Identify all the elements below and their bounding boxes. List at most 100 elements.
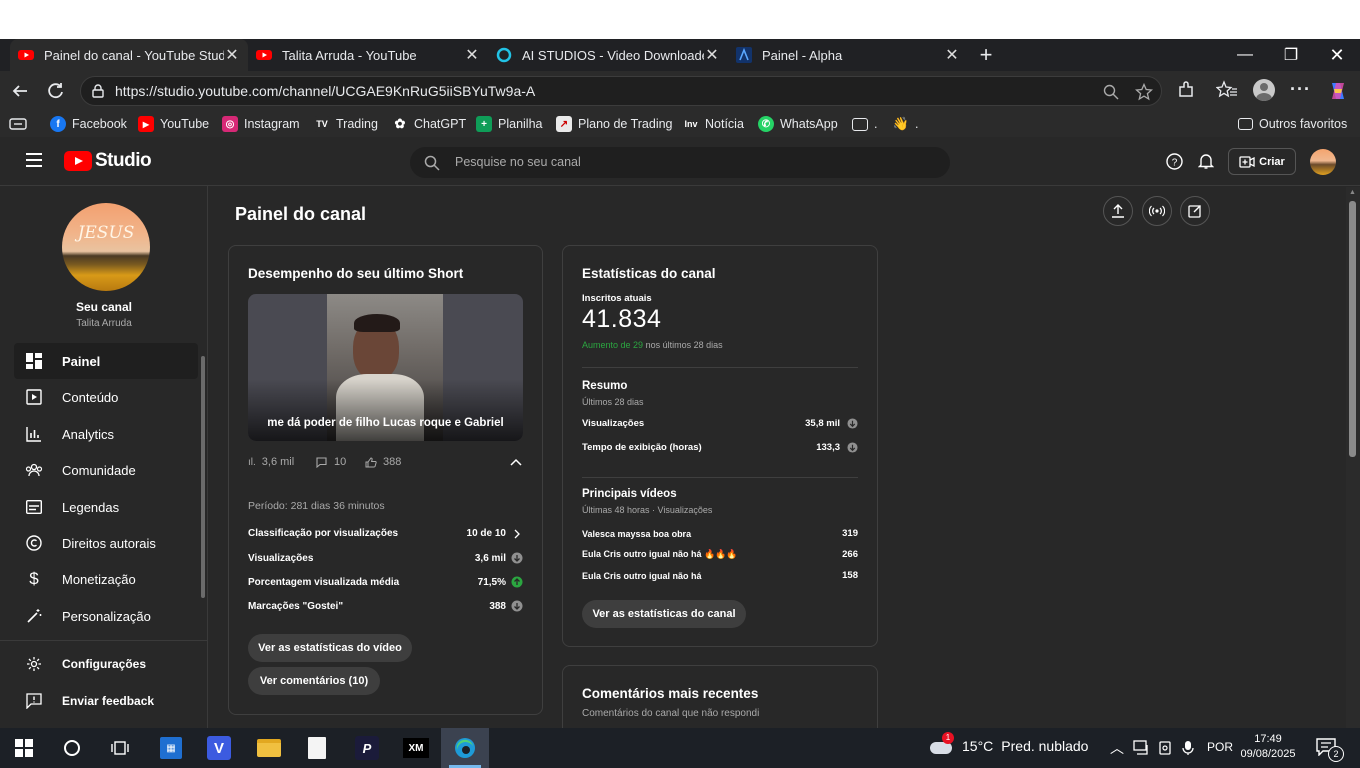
top-video-row[interactable]: Eula Cris outro igual não há 🔥🔥🔥 266 [582,549,858,560]
view-channel-stats-button[interactable]: Ver as estatísticas do canal [582,600,746,628]
top-video-row[interactable]: Valesca mayssa boa obra 319 [582,528,858,539]
clock[interactable]: 17:49 09/08/2025 [1236,732,1300,762]
notification-center[interactable]: 2 [1316,738,1344,762]
task-view-button[interactable] [104,732,136,764]
tab-youtube-studio[interactable]: Painel do canal - YouTube Studio ✕ [10,39,248,71]
weather-cloud-icon: 1 [928,732,954,756]
bookmark-whatsapp[interactable]: ✆ WhatsApp [758,114,838,134]
bookmark-folder[interactable]: 👋. [893,114,919,134]
back-icon[interactable] [10,81,30,101]
nav-conteudo[interactable]: Conteúdo [14,379,198,415]
start-button[interactable] [8,732,40,764]
close-icon[interactable]: ✕ [704,45,720,65]
favorites-icon[interactable] [1216,80,1238,100]
bookmark-youtube[interactable]: ▶ YouTube [138,114,209,134]
help-icon[interactable]: ? [1166,153,1183,170]
close-window-button[interactable]: ✕ [1314,39,1360,71]
weather-widget[interactable]: 1 15°C Pred. nublado [928,732,1088,756]
tab-youtube-channel[interactable]: Talita Arruda - YouTube ✕ [248,39,488,71]
nav-painel[interactable]: Painel [14,343,198,379]
chevron-up-icon[interactable]: ︿ [1110,738,1124,758]
zoom-icon[interactable] [1103,84,1119,100]
page-scrollbar-thumb[interactable] [1349,201,1356,457]
display-icon[interactable] [1157,740,1173,756]
page-scrollbar-track[interactable]: ▲ [1346,187,1360,728]
short-thumbnail[interactable]: me dá poder de filho Lucas roque e Gabri… [248,294,523,441]
reload-icon[interactable] [46,81,66,101]
tab-ai-studios[interactable]: AI STUDIOS - Video Downloader ✕ [488,39,728,71]
nav-direitos-autorais[interactable]: Direitos autorais [14,525,198,561]
stat-label: Classificação por visualizações [248,528,399,539]
folder-icon [852,117,868,131]
taskbar-notepad[interactable] [301,732,333,764]
view-comments-button[interactable]: Ver comentários (10) [248,667,380,695]
page-title: Painel do canal [235,204,367,224]
scroll-up-icon[interactable]: ▲ [1349,189,1356,196]
account-avatar[interactable] [1310,149,1336,175]
nav-monetizacao[interactable]: $ Monetização [14,561,198,597]
menu-icon[interactable] [26,153,42,167]
bookmark-instagram[interactable]: ◎ Instagram [222,114,300,134]
nav-configuracoes[interactable]: Configurações [14,646,198,682]
view-video-stats-button[interactable]: Ver as estatísticas do vídeo [248,634,412,662]
profile-avatar[interactable] [1253,79,1275,101]
nav-analytics[interactable]: Analytics [14,416,198,452]
divider [582,477,858,478]
taskbar-file-explorer[interactable] [253,732,285,764]
taskbar-edge-active[interactable] [441,728,489,768]
restore-button[interactable]: ❐ [1268,39,1314,71]
channel-search-input[interactable]: Pesquise no seu canal [410,147,950,178]
bookmark-trading[interactable]: TV Trading [314,114,378,134]
bell-icon[interactable] [1198,152,1214,170]
nav-comunidade[interactable]: Comunidade [14,452,198,488]
taskbar-xm-app[interactable]: XM [400,732,432,764]
top-video-row[interactable]: Eula Cris outro igual não há 158 [582,570,858,581]
ai-studios-icon [496,47,512,63]
tab-actions-icon[interactable] [9,116,27,132]
summary-label: Tempo de exibição (horas) [582,442,702,453]
url-omnibox[interactable]: https://studio.youtube.com/channel/UCGAE… [80,76,1162,106]
create-button[interactable]: Criar [1228,148,1296,175]
close-icon[interactable]: ✕ [224,45,240,65]
bookmark-chatgpt[interactable]: ✿ ChatGPT [392,114,467,134]
wand-icon [24,606,44,626]
tab-alpha[interactable]: Painel - Alpha ✕ [728,39,968,71]
extensions-icon[interactable] [1176,80,1196,100]
copilot-icon[interactable] [1326,79,1350,103]
minimize-button[interactable]: — [1222,39,1268,71]
nav-label: Painel [62,353,101,369]
close-icon[interactable]: ✕ [464,45,480,65]
short-likes-metric: 388 [365,456,401,468]
nav-legendas[interactable]: Legendas [14,489,198,525]
bookmark-facebook[interactable]: f Facebook [50,114,127,134]
sidebar-scrollbar[interactable] [201,356,205,598]
studio-logo[interactable]: Studio [64,150,152,172]
search-button[interactable] [56,732,88,764]
go-live-button[interactable] [1142,196,1172,226]
microphone-icon[interactable] [1181,740,1195,756]
channel-avatar[interactable]: JESUS [62,203,150,291]
taskbar-calendar-app[interactable]: ▦ [155,732,187,764]
network-icon[interactable] [1133,740,1151,756]
nav-enviar-feedback[interactable]: Enviar feedback [14,683,198,719]
other-favorites[interactable]: Outros favoritos [1238,114,1347,134]
new-tab-button[interactable]: + [974,39,998,71]
bookmark-planilha[interactable]: + Planilha [476,114,542,134]
upload-button[interactable] [1103,196,1133,226]
bookmark-noticia[interactable]: Inv Notícia [683,114,743,134]
tab-title: Painel do canal - YouTube Studio [44,47,224,63]
bookmark-label: WhatsApp [780,117,838,131]
taskbar-trading-app[interactable]: P [351,732,383,764]
chevron-up-icon[interactable] [510,458,522,466]
bookmark-folder[interactable]: . [852,114,877,134]
taskbar-v-app[interactable]: V [203,732,235,764]
lock-icon[interactable] [91,84,105,98]
star-icon[interactable] [1135,83,1153,101]
close-icon[interactable]: ✕ [944,45,960,65]
short-stat-row[interactable]: Classificação por visualizações 10 de 10 [248,528,523,539]
more-icon[interactable]: ··· [1290,79,1311,100]
nav-personalizacao[interactable]: Personalização [14,598,198,634]
create-post-button[interactable] [1180,196,1210,226]
language-indicator[interactable]: POR [1207,740,1233,754]
bookmark-plano-trading[interactable]: ↗ Plano de Trading [556,114,673,134]
